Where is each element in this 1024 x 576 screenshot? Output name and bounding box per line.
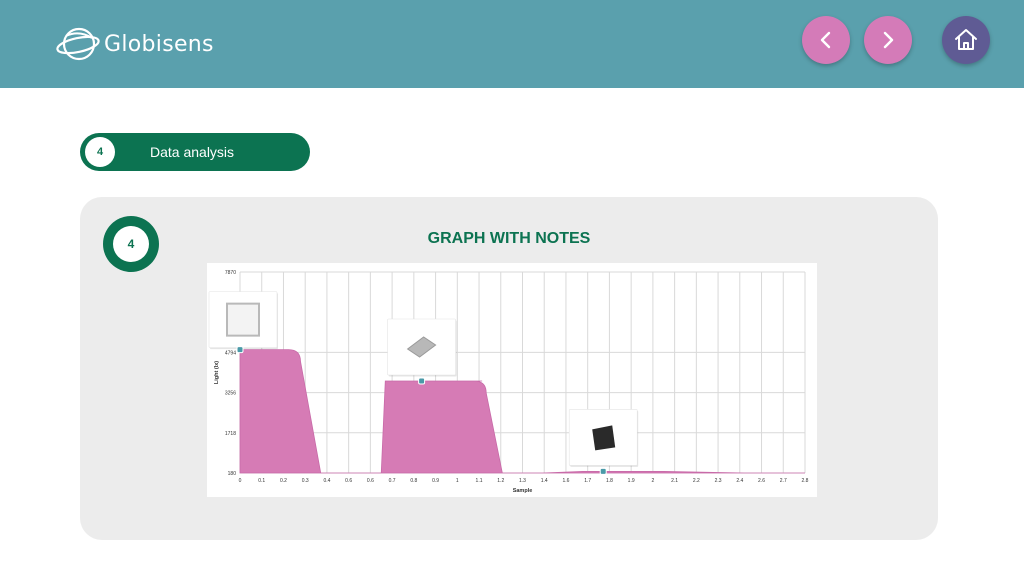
step-number: 4	[85, 137, 115, 167]
x-tick-label: 2.1	[671, 478, 678, 484]
brand-logo[interactable]: Globisens	[56, 22, 214, 66]
step-header: 4 Data analysis	[80, 133, 310, 171]
black-paper-icon	[592, 425, 616, 451]
note-marker	[418, 377, 426, 385]
x-tick-label: 1.4	[541, 478, 548, 484]
x-tick-label: 0.4	[323, 478, 330, 484]
x-tick-label: 2.6	[758, 478, 765, 484]
x-tick-label: 0.1	[258, 478, 265, 484]
note-marker	[599, 467, 607, 475]
chart-svg: 7870 4794 3256 1718 1800 0.1 0.2 0.3 0.4 0.6 0.6 0.…	[208, 270, 809, 494]
x-tick-label: 2.3	[715, 478, 722, 484]
x-tick-label: 0	[239, 478, 242, 484]
x-tick-label: 0.2	[280, 478, 287, 484]
x-tick-label: 1.9	[628, 478, 635, 484]
step-badge-number: 4	[113, 226, 149, 262]
y-tick-label: 3256	[225, 391, 236, 397]
home-icon	[955, 29, 977, 50]
globe-logo-icon	[56, 27, 100, 61]
y-tick-label: 180	[228, 471, 237, 477]
y-tick-label: 4794	[225, 350, 236, 356]
note-marker	[236, 346, 244, 354]
x-tick-label: 2.8	[802, 478, 809, 484]
top-bar: Globisens	[0, 0, 1024, 88]
x-tick-label: 0.3	[302, 478, 309, 484]
chevron-left-icon	[820, 31, 831, 49]
x-tick-label: 1.3	[519, 478, 526, 484]
step-badge: 4	[103, 216, 159, 272]
x-tick-label: 0.7	[389, 478, 396, 484]
x-axis-label: Sample	[513, 488, 533, 494]
x-tick-label: 1.1	[476, 478, 483, 484]
x-tick-label: 0.8	[410, 478, 417, 484]
y-tick-label: 1718	[225, 431, 236, 437]
chevron-right-icon	[883, 31, 894, 49]
y-tick-label: 7870	[225, 270, 236, 276]
x-tick-label: 1.6	[562, 478, 569, 484]
y-axis-label: Light (lx)	[214, 361, 220, 384]
x-tick-label: 2.2	[693, 478, 700, 484]
x-tick-label: 0.9	[432, 478, 439, 484]
brand-name: Globisens	[104, 31, 214, 57]
x-tick-label: 1	[456, 478, 459, 484]
x-tick-label: 1.8	[606, 478, 613, 484]
x-tick-label: 2	[651, 478, 654, 484]
graph-title: GRAPH WITH NOTES	[427, 230, 591, 247]
home-button[interactable]	[942, 16, 990, 64]
previous-button[interactable]	[802, 16, 850, 64]
x-tick-label: 0.6	[345, 478, 352, 484]
x-tick-label: 2.4	[736, 478, 743, 484]
x-tick-label: 2.7	[780, 478, 787, 484]
light-chart: 7870 4794 3256 1718 180 0 0.1 0.2 0.3 0.4 0.6 0.6 0.…	[207, 263, 817, 497]
x-tick-label: 0.6	[367, 478, 374, 484]
step-title: Data analysis	[150, 144, 235, 160]
x-tick-label: 1.2	[497, 478, 504, 484]
x-tick-label: 1.7	[584, 478, 591, 484]
next-button[interactable]	[864, 16, 912, 64]
white-paper-icon	[226, 302, 260, 337]
